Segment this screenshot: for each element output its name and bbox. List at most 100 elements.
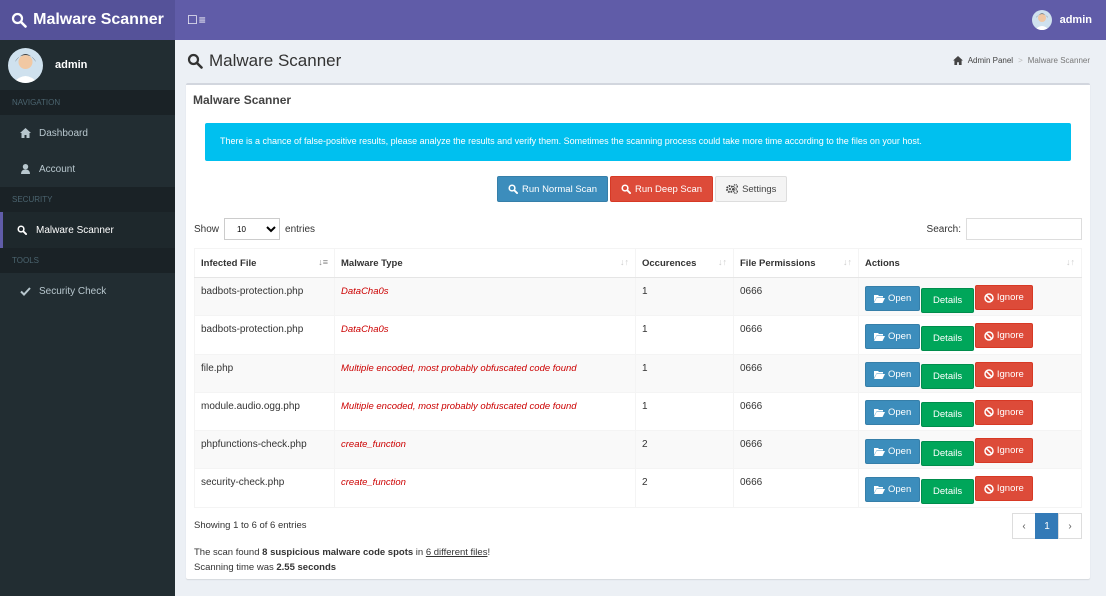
sidebar-header-navigation: NAVIGATION: [0, 90, 175, 115]
details-label: Details: [933, 371, 963, 383]
column-label: File Permissions: [740, 257, 816, 269]
sidebar-toggle-icon[interactable]: ☐≡: [187, 13, 207, 27]
sidebar-item-account[interactable]: Account: [0, 151, 175, 187]
open-label: Open: [888, 369, 912, 381]
sidebar-username: admin: [55, 59, 88, 71]
sidebar-item-malware-scanner[interactable]: Malware Scanner: [0, 212, 175, 248]
search-icon: [16, 225, 28, 235]
summary-text: !: [487, 547, 491, 558]
col-malware-type[interactable]: Malware Type ↓↑: [334, 248, 636, 278]
cell-actions: Open Details Ignore: [858, 276, 1082, 317]
open-button[interactable]: Open: [865, 323, 921, 349]
scan-button-group: Run Normal Scan Run Deep Scan Settings: [497, 176, 788, 202]
details-button[interactable]: Details: [921, 402, 975, 428]
ignore-button[interactable]: Ignore: [974, 323, 1033, 349]
table-row: security-check.php create_function 2 0666 Op…: [194, 468, 1082, 508]
details-button[interactable]: Details: [921, 325, 975, 351]
folder-open-icon: [874, 294, 885, 303]
cell-actions: Open Details Ignore: [858, 430, 1082, 470]
cell-malware-type: DataCha0s: [334, 276, 636, 317]
open-button[interactable]: Open: [865, 438, 921, 464]
col-actions[interactable]: Actions ↓↑: [858, 248, 1082, 278]
ban-icon: [984, 292, 994, 303]
ban-icon: [984, 484, 994, 494]
brand-logo[interactable]: Malware Scanner: [0, 0, 175, 40]
sidebar-item-label: Security Check: [39, 285, 107, 297]
cell-occurences: 2: [635, 468, 734, 508]
details-label: Details: [933, 485, 963, 497]
table-row: badbots-protection.php DataCha0s 1 0666 Open…: [194, 276, 1082, 317]
col-file-permissions[interactable]: File Permissions ↓↑: [733, 248, 859, 278]
ignore-button[interactable]: Ignore: [974, 399, 1033, 425]
cell-occurences: 2: [635, 430, 734, 470]
col-infected-file[interactable]: Infected File ↓≡: [194, 248, 335, 278]
entries-length-control: Show 10 entries: [194, 218, 315, 240]
open-label: Open: [888, 292, 912, 304]
details-button[interactable]: Details: [921, 440, 975, 466]
details-label: Details: [933, 294, 963, 306]
results-table: Infected File ↓≡ Malware Type ↓↑ Occurence…: [194, 248, 1082, 508]
ban-icon: [984, 369, 994, 379]
table-row: badbots-protection.php DataCha0s 1 0666 Open…: [194, 315, 1082, 355]
ban-icon: [984, 331, 994, 341]
page-title-text: Malware Scanner: [209, 51, 342, 70]
open-button[interactable]: Open: [865, 400, 921, 426]
pagination: ‹ 1 ›: [1012, 513, 1082, 539]
ignore-button[interactable]: Ignore: [974, 438, 1033, 464]
ignore-label: Ignore: [996, 483, 1024, 495]
details-label: Details: [933, 332, 963, 344]
ignore-button[interactable]: Ignore: [974, 476, 1033, 502]
cell-permissions: 0666: [733, 430, 859, 470]
user-menu[interactable]: admin: [1031, 10, 1092, 30]
summary-text: The scan found: [194, 547, 263, 558]
run-deep-scan-button[interactable]: Run Deep Scan: [609, 176, 714, 202]
pagination-page-1[interactable]: 1: [1035, 513, 1059, 539]
brand-title: Malware Scanner: [33, 11, 164, 28]
search-icon: [621, 184, 631, 194]
content-header: Malware Scanner Admin Panel > Malware Sc…: [175, 40, 1106, 80]
search-input[interactable]: [966, 218, 1082, 240]
open-button[interactable]: Open: [865, 362, 921, 388]
details-button[interactable]: Details: [921, 364, 975, 390]
folder-open-icon: [874, 485, 885, 494]
details-button[interactable]: Details: [921, 478, 975, 504]
summary-time-label: Scanning time was: [194, 561, 277, 573]
details-label: Details: [933, 447, 963, 459]
user-panel: admin: [0, 40, 175, 90]
open-label: Open: [888, 407, 912, 419]
search-icon: [12, 12, 27, 28]
sidebar-item-security-check[interactable]: Security Check: [0, 273, 175, 309]
open-button[interactable]: Open: [865, 285, 921, 311]
settings-button[interactable]: Settings: [715, 176, 788, 202]
details-button[interactable]: Details: [921, 287, 975, 313]
ignore-label: Ignore: [996, 292, 1024, 303]
ignore-label: Ignore: [996, 445, 1024, 457]
show-label: Show: [194, 223, 220, 235]
search-label: Search:: [926, 223, 961, 235]
sidebar-item-dashboard[interactable]: Dashboard: [0, 115, 175, 151]
run-normal-scan-button[interactable]: Run Normal Scan: [497, 176, 608, 202]
open-label: Open: [888, 330, 912, 342]
cell-occurences: 1: [635, 315, 734, 355]
breadcrumb-home-link[interactable]: Admin Panel: [968, 56, 1013, 65]
pagination-next[interactable]: ›: [1058, 513, 1082, 539]
cell-malware-type: Multiple encoded, most probably obfuscat…: [334, 353, 636, 393]
cell-permissions: 0666: [733, 391, 859, 432]
sort-icon: ↓↑: [1066, 257, 1075, 267]
ignore-button[interactable]: Ignore: [974, 361, 1033, 387]
summary-files-link[interactable]: 6 different files: [426, 547, 488, 558]
cell-file: file.php: [194, 353, 335, 393]
cell-actions: Open Details Ignore: [858, 391, 1082, 432]
pagination-prev[interactable]: ‹: [1012, 513, 1036, 539]
table-header-row: Infected File ↓≡ Malware Type ↓↑ Occurence…: [194, 248, 1082, 278]
entries-select[interactable]: 10: [224, 218, 281, 240]
ignore-button[interactable]: Ignore: [974, 285, 1033, 310]
col-occurences[interactable]: Occurences ↓↑: [635, 248, 734, 278]
cell-file: module.audio.ogg.php: [194, 391, 335, 432]
avatar: [8, 47, 43, 83]
search-icon: [187, 53, 203, 69]
page-title: Malware Scanner: [187, 51, 341, 71]
home-icon: [19, 128, 31, 138]
open-button[interactable]: Open: [865, 476, 921, 502]
check-icon: [19, 286, 31, 296]
